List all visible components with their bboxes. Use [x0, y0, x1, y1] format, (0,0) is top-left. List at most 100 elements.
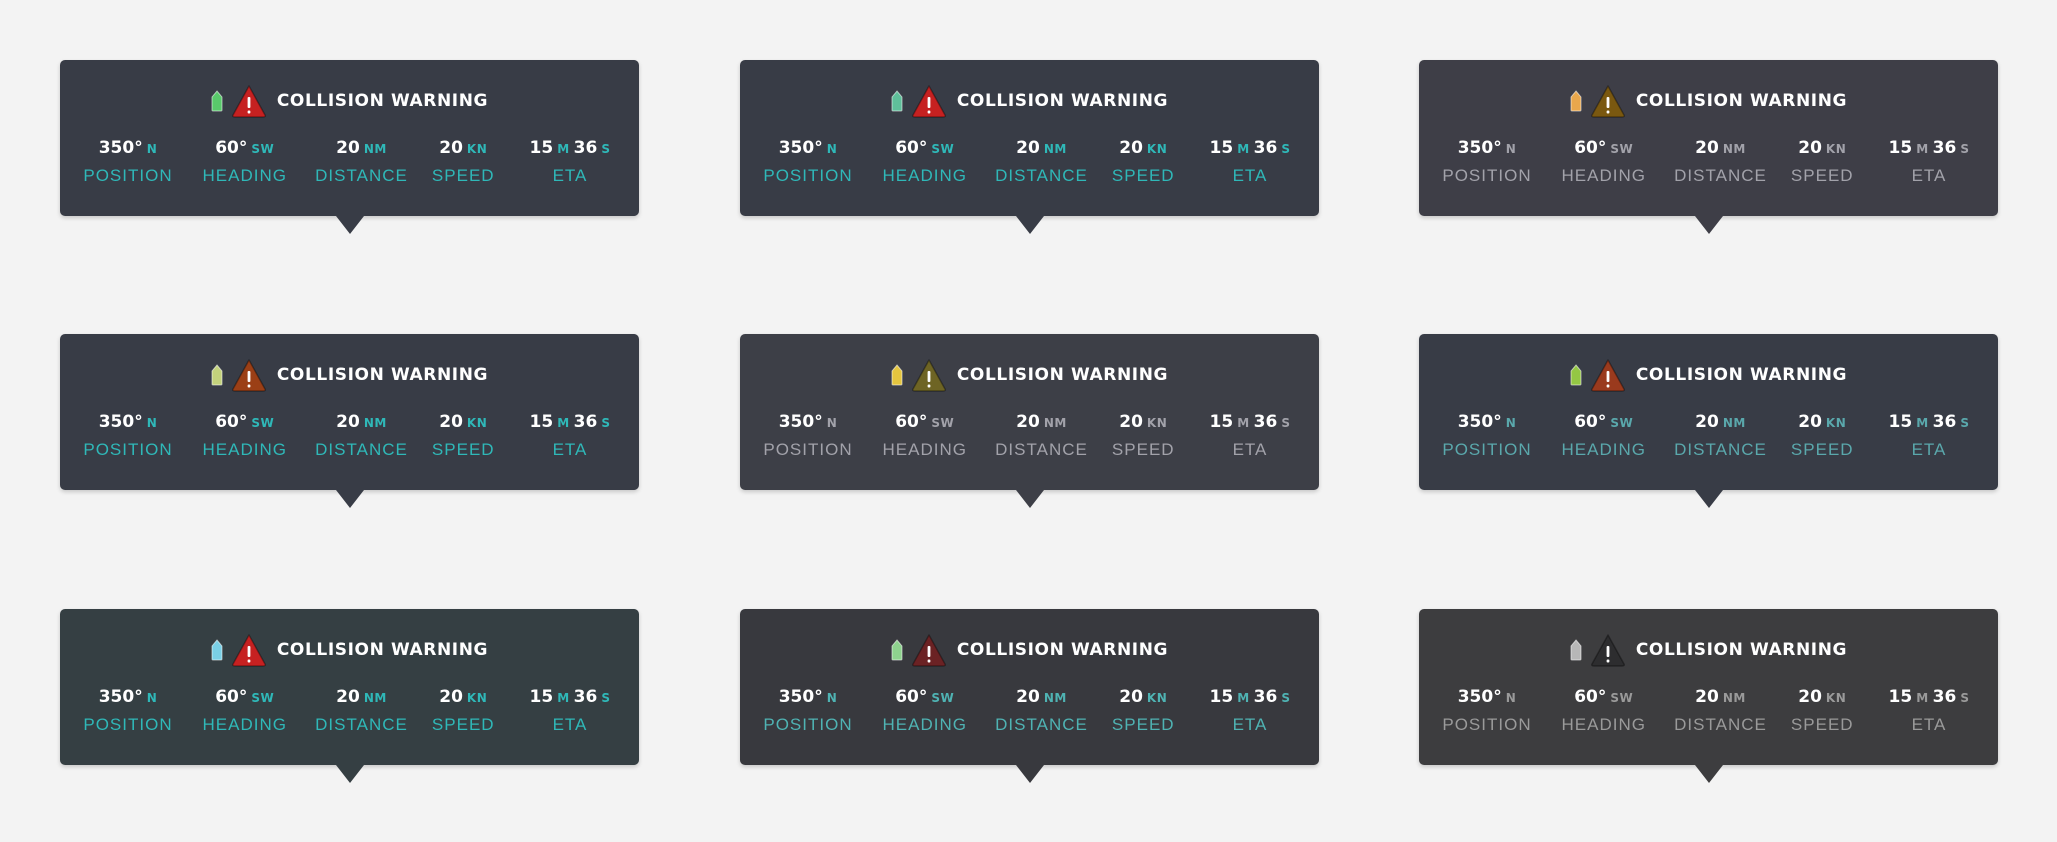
eta-seconds-unit: S	[1281, 416, 1291, 430]
card-title: COLLISION WARNING	[956, 640, 1169, 660]
distance-unit: NM	[1043, 691, 1067, 705]
eta-label: ETA	[1232, 440, 1268, 459]
eta-minutes-unit: M	[557, 416, 570, 430]
metric-position: 350° N POSITION	[78, 410, 178, 460]
speed-label: SPEED	[431, 166, 495, 185]
collision-warning-card[interactable]: COLLISION WARNING 350° N POSITION 60° SW H…	[60, 334, 639, 508]
metric-distance: 20 NM DISTANCE	[312, 685, 412, 735]
position-value: 350°	[778, 687, 823, 707]
metric-speed: 20 KN SPEED	[1108, 136, 1178, 186]
vessel-icon	[1570, 90, 1582, 112]
distance-label: DISTANCE	[1674, 715, 1767, 734]
speed-value: 20	[1119, 412, 1143, 432]
position-label: POSITION	[1442, 715, 1532, 734]
distance-value: 20	[1016, 412, 1040, 432]
position-unit: N	[826, 691, 838, 705]
position-unit: N	[1505, 416, 1517, 430]
eta-label: ETA	[552, 166, 588, 185]
eta-seconds-value: 36	[1932, 138, 1957, 158]
eta-minutes-value: 15	[1888, 138, 1913, 158]
metric-position: 350° N POSITION	[1437, 685, 1537, 735]
vessel-icon	[891, 639, 903, 661]
speed-unit: KN	[1146, 416, 1168, 430]
heading-label: HEADING	[202, 440, 287, 459]
collision-warning-card[interactable]: COLLISION WARNING 350° N POSITION 60° SW H…	[740, 609, 1319, 783]
collision-warning-card[interactable]: COLLISION WARNING 350° N POSITION 60° SW H…	[1419, 609, 1998, 783]
card-title: COLLISION WARNING	[1635, 365, 1848, 385]
distance-label: DISTANCE	[995, 715, 1088, 734]
collision-warning-card[interactable]: COLLISION WARNING 350° N POSITION 60° SW H…	[740, 334, 1319, 508]
heading-unit: SW	[931, 691, 955, 705]
collision-warning-card[interactable]: COLLISION WARNING 350° N POSITION 60° SW H…	[740, 60, 1319, 234]
metric-position: 350° N POSITION	[758, 410, 858, 460]
distance-label: DISTANCE	[1674, 440, 1767, 459]
position-value: 350°	[1457, 687, 1502, 707]
distance-label: DISTANCE	[995, 440, 1088, 459]
heading-unit: SW	[251, 142, 275, 156]
distance-label: DISTANCE	[315, 440, 408, 459]
eta-seconds-value: 36	[1932, 687, 1957, 707]
collision-warning-card[interactable]: COLLISION WARNING 350° N POSITION 60° SW H…	[1419, 334, 1998, 508]
speed-value: 20	[439, 687, 463, 707]
metrics-row: 350° N POSITION 60° SW HEADING 20 NM DISTAN…	[1442, 685, 1974, 735]
card-title: COLLISION WARNING	[276, 91, 489, 111]
card-header: COLLISION WARNING	[60, 84, 639, 118]
heading-value: 60°	[215, 412, 248, 432]
warning-triangle-icon	[1590, 358, 1626, 392]
metric-eta: 15 M 36 S ETA	[1195, 410, 1305, 460]
metric-distance: 20 NM DISTANCE	[992, 136, 1092, 186]
speed-unit: KN	[1146, 691, 1168, 705]
metric-distance: 20 NM DISTANCE	[992, 685, 1092, 735]
position-label: POSITION	[83, 166, 173, 185]
heading-unit: SW	[931, 416, 955, 430]
heading-label: HEADING	[1561, 440, 1646, 459]
eta-minutes-value: 15	[529, 412, 554, 432]
collision-warning-card[interactable]: COLLISION WARNING 350° N POSITION 60° SW H…	[60, 609, 639, 783]
heading-value: 60°	[895, 138, 928, 158]
position-label: POSITION	[1442, 166, 1532, 185]
metric-heading: 60° SW HEADING	[195, 136, 295, 186]
speed-unit: KN	[1146, 142, 1168, 156]
position-value: 350°	[1457, 412, 1502, 432]
vessel-icon	[891, 90, 903, 112]
distance-unit: NM	[1043, 142, 1067, 156]
eta-seconds-value: 36	[573, 412, 598, 432]
metric-heading: 60° SW HEADING	[875, 685, 975, 735]
metric-speed: 20 KN SPEED	[1108, 685, 1178, 735]
eta-label: ETA	[552, 715, 588, 734]
eta-seconds-value: 36	[1253, 412, 1278, 432]
heading-label: HEADING	[882, 715, 967, 734]
heading-label: HEADING	[1561, 166, 1646, 185]
position-label: POSITION	[763, 166, 853, 185]
speed-unit: KN	[1825, 416, 1847, 430]
card-header: COLLISION WARNING	[1419, 358, 1998, 392]
distance-label: DISTANCE	[1674, 166, 1767, 185]
heading-value: 60°	[215, 138, 248, 158]
position-value: 350°	[98, 412, 143, 432]
position-value: 350°	[1457, 138, 1502, 158]
metric-eta: 15 M 36 S ETA	[1195, 136, 1305, 186]
distance-unit: NM	[1722, 416, 1746, 430]
position-label: POSITION	[1442, 440, 1532, 459]
heading-unit: SW	[1610, 416, 1634, 430]
position-value: 350°	[778, 412, 823, 432]
distance-label: DISTANCE	[315, 166, 408, 185]
eta-seconds-value: 36	[1253, 138, 1278, 158]
collision-warning-card[interactable]: COLLISION WARNING 350° N POSITION 60° SW H…	[60, 60, 639, 234]
heading-unit: SW	[931, 142, 955, 156]
card-header: COLLISION WARNING	[60, 358, 639, 392]
warning-triangle-icon	[1590, 633, 1626, 667]
warning-triangle-icon	[911, 358, 947, 392]
distance-value: 20	[336, 687, 360, 707]
distance-unit: NM	[363, 691, 387, 705]
eta-seconds-value: 36	[573, 138, 598, 158]
speed-value: 20	[1798, 412, 1822, 432]
position-unit: N	[826, 416, 838, 430]
position-value: 350°	[98, 138, 143, 158]
collision-warning-card[interactable]: COLLISION WARNING 350° N POSITION 60° SW H…	[1419, 60, 1998, 234]
metrics-row: 350° N POSITION 60° SW HEADING 20 NM DISTAN…	[83, 685, 615, 735]
callout-pointer	[1694, 216, 1723, 234]
heading-unit: SW	[1610, 142, 1634, 156]
heading-label: HEADING	[1561, 715, 1646, 734]
warning-triangle-icon	[231, 358, 267, 392]
